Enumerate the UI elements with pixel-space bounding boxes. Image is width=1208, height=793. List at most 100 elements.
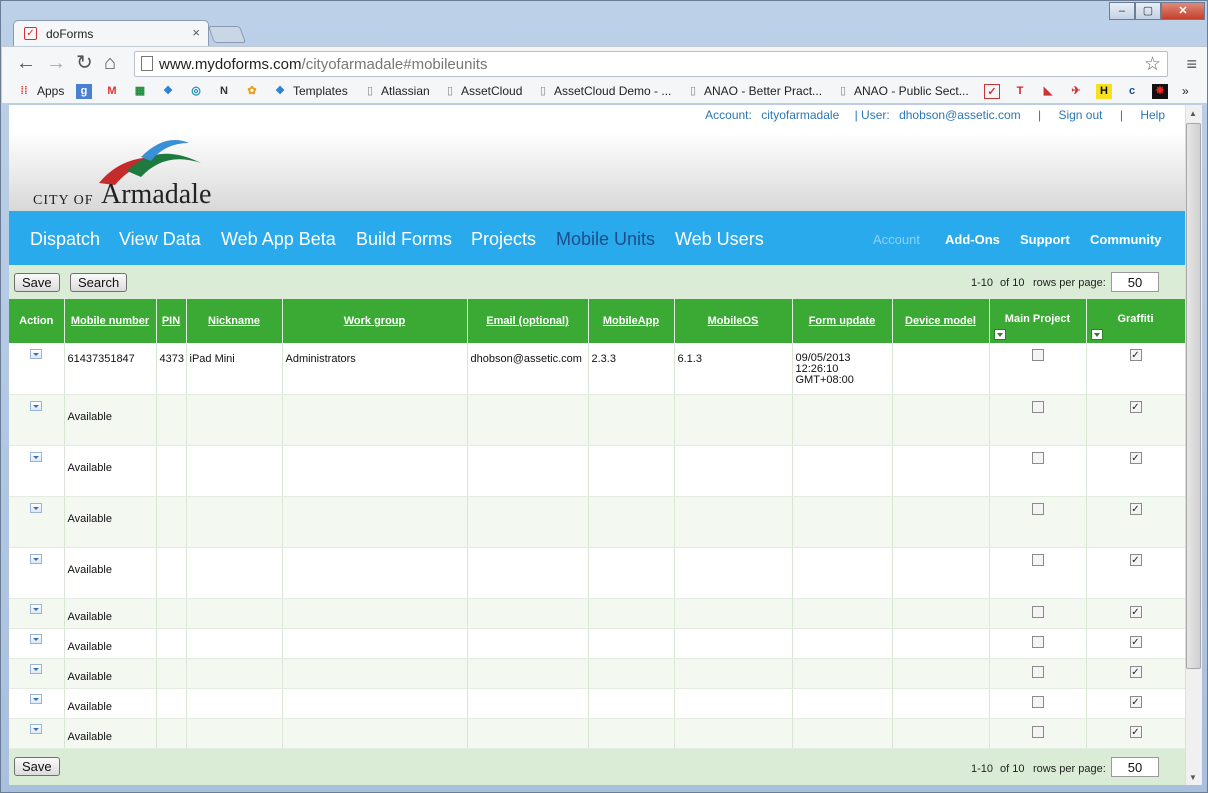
graffiti-checkbox[interactable]: ✓	[1129, 695, 1142, 708]
address-bar[interactable]: www.mydoforms.com/cityofarmadale#mobileu…	[134, 51, 1168, 77]
bird-icon[interactable]: ✈	[1068, 84, 1084, 99]
bookmark-star-icon[interactable]: ☆	[1144, 53, 1161, 76]
bookmark-anao-public[interactable]: ANAO - Public Sect...	[854, 84, 969, 98]
help-link[interactable]: Help	[1140, 108, 1165, 122]
mobile-number-cell[interactable]: Available	[64, 718, 157, 749]
google-icon[interactable]: g	[76, 84, 92, 99]
back-arrow-icon[interactable]: ←	[16, 53, 36, 73]
row-action-dropdown-icon[interactable]	[30, 553, 43, 564]
menu-view-data[interactable]: View Data	[119, 229, 201, 250]
row-action-dropdown-icon[interactable]	[30, 451, 43, 462]
row-action-dropdown-icon[interactable]	[30, 603, 43, 614]
tab-doforms[interactable]: ✓ doForms ×	[13, 20, 209, 46]
main-project-checkbox[interactable]	[1031, 400, 1044, 413]
gmail-icon[interactable]: M	[104, 84, 120, 99]
search-button[interactable]: Search	[70, 273, 128, 292]
forward-arrow-icon[interactable]: →	[46, 53, 66, 73]
menu-support[interactable]: Support	[1020, 232, 1070, 247]
save-button[interactable]: Save	[14, 273, 60, 292]
col-device-model[interactable]: Device model	[892, 299, 990, 343]
main-project-checkbox[interactable]	[1031, 349, 1044, 361]
minimize-button[interactable]: –	[1109, 2, 1135, 20]
mobile-number-cell[interactable]: Available	[64, 496, 157, 548]
menu-dispatch[interactable]: Dispatch	[30, 229, 100, 250]
maximize-button[interactable]: ▢	[1135, 2, 1161, 20]
menu-build-forms[interactable]: Build Forms	[356, 229, 452, 250]
col-email[interactable]: Email (optional)	[467, 299, 589, 343]
scroll-up-arrow-icon[interactable]: ▲	[1189, 109, 1197, 118]
chrome-menu-icon[interactable]: ≡	[1186, 55, 1197, 73]
main-project-checkbox[interactable]	[1031, 635, 1044, 648]
col-nickname[interactable]: Nickname	[186, 299, 283, 343]
save-button-bottom[interactable]: Save	[14, 757, 60, 776]
reload-icon[interactable]: ↻	[76, 53, 93, 73]
city-logo[interactable]: CITY OF Armadale	[29, 137, 249, 210]
graffiti-checkbox[interactable]: ✓	[1129, 349, 1142, 361]
bookmark-apps[interactable]: Apps	[37, 84, 64, 98]
citi-icon[interactable]: c	[1124, 84, 1140, 99]
mobile-number-cell[interactable]: Available	[64, 394, 157, 446]
menu-web-app-beta[interactable]: Web App Beta	[221, 229, 336, 250]
bookmark-assetcloud[interactable]: AssetCloud	[461, 84, 522, 98]
bookmark-assetcloud-demo[interactable]: AssetCloud Demo - ...	[554, 84, 671, 98]
graffiti-checkbox[interactable]: ✓	[1129, 553, 1142, 566]
bookmark-templates[interactable]: Templates	[293, 84, 348, 98]
new-tab-button[interactable]	[207, 26, 247, 43]
sign-out-link[interactable]: Sign out	[1058, 108, 1102, 122]
scroll-down-arrow-icon[interactable]: ▼	[1189, 773, 1197, 782]
qantas-icon[interactable]: ◣	[1040, 84, 1056, 99]
row-action-dropdown-icon[interactable]	[30, 502, 43, 513]
n-icon[interactable]: N	[216, 84, 232, 99]
col-mobile-number[interactable]: Mobile number	[64, 299, 157, 343]
menu-account[interactable]: Account	[873, 232, 920, 247]
menu-community[interactable]: Community	[1090, 232, 1162, 247]
menu-web-users[interactable]: Web Users	[675, 229, 764, 250]
mobile-number-cell[interactable]: Available	[64, 598, 157, 629]
main-project-checkbox[interactable]	[1031, 605, 1044, 618]
scrollbar-thumb[interactable]	[1186, 123, 1201, 669]
mobile-number-cell[interactable]: Available	[64, 547, 157, 599]
graffiti-checkbox[interactable]: ✓	[1129, 605, 1142, 618]
rows-per-page-input-bottom[interactable]	[1111, 757, 1159, 777]
graffiti-checkbox[interactable]: ✓	[1129, 725, 1142, 738]
tab-close-icon[interactable]: ×	[192, 25, 200, 40]
graffiti-checkbox[interactable]: ✓	[1129, 665, 1142, 678]
col-mobileapp[interactable]: MobileApp	[588, 299, 675, 343]
spiral-icon[interactable]: ◎	[188, 84, 204, 99]
flower-icon[interactable]: ✿	[244, 84, 260, 99]
graffiti-checkbox[interactable]: ✓	[1129, 635, 1142, 648]
graffiti-checkbox[interactable]: ✓	[1129, 451, 1142, 464]
rows-per-page-input[interactable]	[1111, 272, 1159, 292]
graffiti-checkbox[interactable]: ✓	[1129, 502, 1142, 515]
main-project-checkbox[interactable]	[1031, 553, 1044, 566]
row-action-dropdown-icon[interactable]	[30, 633, 43, 644]
tc-icon[interactable]: T	[1012, 84, 1028, 99]
menu-add-ons[interactable]: Add-Ons	[945, 232, 1000, 247]
account-link[interactable]: cityofarmadale	[761, 108, 839, 122]
user-link[interactable]: dhobson@assetic.com	[899, 108, 1021, 122]
url-text[interactable]: www.mydoforms.com/cityofarmadale#mobileu…	[159, 56, 487, 73]
menu-mobile-units[interactable]: Mobile Units	[556, 229, 655, 250]
col-mobileos[interactable]: MobileOS	[674, 299, 793, 343]
doforms-bookmark-icon[interactable]: ✓	[984, 84, 1000, 99]
close-window-button[interactable]: ✕	[1161, 2, 1205, 20]
home-icon[interactable]: ⌂	[104, 53, 116, 73]
col-form-update[interactable]: Form update	[792, 299, 893, 343]
sheets-icon[interactable]: ▦	[132, 84, 148, 99]
mobile-number-cell[interactable]: Available	[64, 628, 157, 659]
mobile-number-cell[interactable]: Available	[64, 658, 157, 689]
row-action-dropdown-icon[interactable]	[30, 723, 43, 734]
dropdown-arrow-icon[interactable]	[993, 329, 1006, 340]
bookmark-anao-better[interactable]: ANAO - Better Pract...	[704, 84, 822, 98]
mobile-number-cell[interactable]: 61437351847	[64, 343, 157, 395]
bookmark-atlassian[interactable]: Atlassian	[381, 84, 430, 98]
mobile-number-cell[interactable]: Available	[64, 445, 157, 497]
dropdown-arrow-icon[interactable]	[1090, 329, 1103, 340]
graffiti-checkbox[interactable]: ✓	[1129, 400, 1142, 413]
dropbox-icon[interactable]: ❖	[160, 84, 176, 99]
main-project-checkbox[interactable]	[1031, 451, 1044, 464]
row-action-dropdown-icon[interactable]	[30, 349, 43, 359]
main-project-checkbox[interactable]	[1031, 502, 1044, 515]
col-work-group[interactable]: Work group	[282, 299, 468, 343]
bookmarks-more[interactable]: »	[1182, 84, 1189, 98]
